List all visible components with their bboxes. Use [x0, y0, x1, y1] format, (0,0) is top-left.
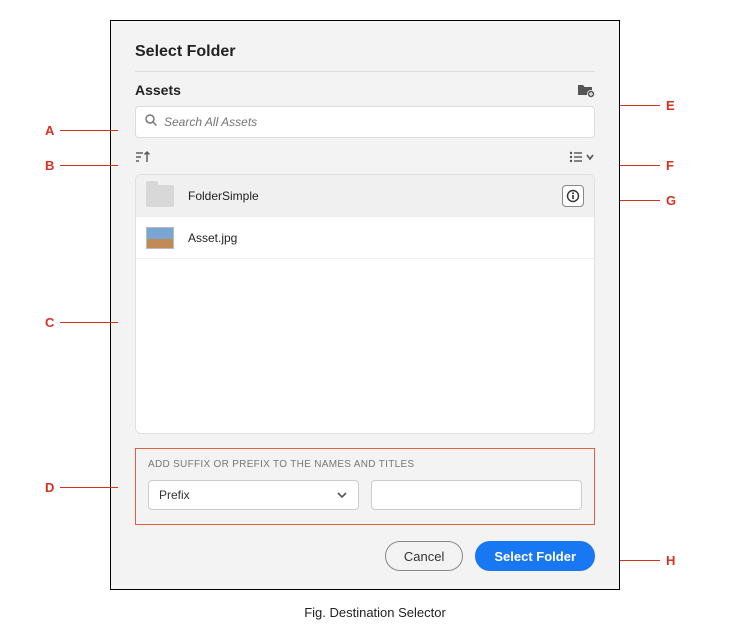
select-folder-button[interactable]: Select Folder: [475, 541, 595, 571]
assets-label: Assets: [135, 82, 181, 98]
info-button[interactable]: [562, 185, 584, 207]
list-item-label: Asset.jpg: [188, 231, 584, 245]
assets-header: Assets: [135, 82, 595, 98]
callout-B: B: [45, 158, 118, 173]
file-list: FolderSimple Asset.jpg: [135, 174, 595, 434]
list-item-folder[interactable]: FolderSimple: [136, 175, 594, 217]
view-switcher-icon[interactable]: [569, 150, 595, 164]
folder-icon: [146, 185, 174, 207]
prefix-select-value: Prefix: [159, 488, 190, 502]
dialog-title: Select Folder: [135, 43, 595, 61]
footer: Cancel Select Folder: [135, 541, 595, 571]
prefix-select[interactable]: Prefix: [148, 480, 359, 510]
suffix-prefix-panel: ADD SUFFIX OR PREFIX TO THE NAMES AND TI…: [135, 448, 595, 525]
callout-D: D: [45, 480, 118, 495]
dialog-frame: Select Folder Assets: [110, 20, 620, 590]
suffix-panel-title: ADD SUFFIX OR PREFIX TO THE NAMES AND TI…: [148, 459, 582, 470]
divider: [135, 71, 595, 72]
suffix-input[interactable]: [371, 480, 582, 510]
chevron-down-icon: [336, 488, 348, 502]
callout-H: H: [620, 553, 675, 568]
list-item-label: FolderSimple: [188, 189, 562, 203]
callout-A: A: [45, 123, 118, 138]
sort-icon[interactable]: [135, 150, 151, 164]
image-thumbnail: [146, 227, 174, 249]
callout-E: E: [620, 98, 675, 113]
search-input[interactable]: [164, 115, 586, 129]
callout-C: C: [45, 315, 118, 330]
search-field[interactable]: [135, 106, 595, 138]
list-item-asset[interactable]: Asset.jpg: [136, 217, 594, 259]
figure-caption: Fig. Destination Selector: [0, 605, 750, 620]
cancel-button[interactable]: Cancel: [385, 541, 463, 571]
info-icon: [566, 189, 580, 203]
callout-F: F: [620, 158, 674, 173]
toolbar: [135, 150, 595, 164]
search-icon: [144, 113, 158, 132]
callout-G: G: [620, 193, 676, 208]
new-folder-icon[interactable]: [577, 82, 595, 98]
